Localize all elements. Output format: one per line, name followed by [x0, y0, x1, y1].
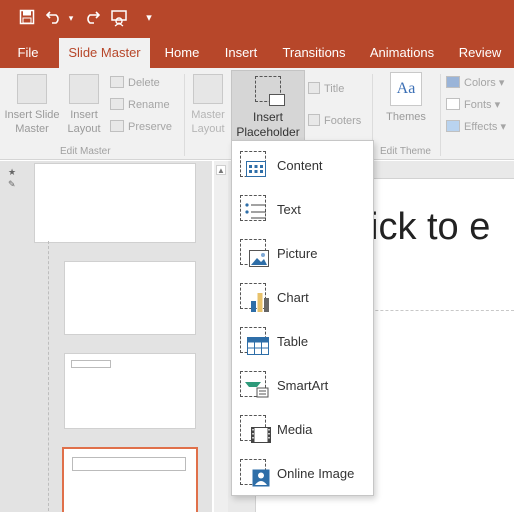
tab-slide-master[interactable]: Slide Master — [59, 38, 150, 68]
insert-layout-icon — [69, 74, 99, 104]
menu-item-smartart[interactable]: SmartArt — [232, 363, 373, 407]
tab-home[interactable]: Home — [158, 38, 206, 68]
table-placeholder-icon — [240, 327, 270, 357]
checkbox-icon — [308, 114, 320, 126]
picture-placeholder-icon — [240, 239, 270, 269]
insert-slide-master-button[interactable]: Insert Slide Master — [2, 74, 62, 136]
checkbox-checked-icon — [308, 82, 320, 94]
tab-review[interactable]: Review — [452, 38, 508, 68]
colors-button[interactable]: Colors ▾ — [446, 76, 504, 90]
preserve-button[interactable]: Preserve — [110, 120, 172, 134]
group-separator — [184, 74, 185, 156]
delete-icon — [110, 76, 124, 88]
master-layout-icon — [193, 74, 223, 104]
menu-item-table[interactable]: Table — [232, 319, 373, 363]
effects-button[interactable]: Effects ▾ — [446, 120, 506, 134]
themes-button[interactable]: Aa Themes — [380, 72, 432, 124]
edit-master-group-label: Edit Master — [60, 146, 111, 157]
redo-icon[interactable] — [82, 9, 101, 27]
star-icon: ★ — [8, 167, 17, 177]
menu-item-chart[interactable]: Chart — [232, 275, 373, 319]
tab-file[interactable]: File — [8, 38, 48, 68]
undo-dropdown-icon[interactable]: ▾ — [66, 9, 76, 27]
undo-icon[interactable] — [45, 9, 64, 27]
menu-item-picture[interactable]: Picture — [232, 231, 373, 275]
slide-thumbnail-pane[interactable]: ★ ✎ — [0, 161, 212, 512]
insert-layout-button[interactable]: Insert Layout — [62, 74, 106, 136]
scroll-up-icon[interactable]: ▲ — [216, 165, 226, 175]
rename-button[interactable]: Rename — [110, 98, 170, 112]
title-checkbox[interactable]: Title — [308, 82, 344, 96]
online-image-placeholder-icon — [240, 459, 270, 489]
customize-qat-icon[interactable]: ▾ — [140, 9, 158, 27]
thumbnail-scrollbar[interactable]: ▲ — [214, 161, 228, 512]
fonts-button[interactable]: Fonts ▾ — [446, 98, 500, 112]
themes-icon: Aa — [390, 72, 422, 106]
tab-animations[interactable]: Animations — [364, 38, 440, 68]
presenter-icon[interactable] — [110, 9, 128, 27]
group-separator — [440, 74, 441, 156]
tab-transitions[interactable]: Transitions — [278, 38, 350, 68]
save-icon[interactable] — [18, 9, 36, 27]
layout-thumbnail-selected[interactable] — [62, 447, 198, 512]
slide-title-placeholder[interactable]: ick to e — [370, 206, 490, 249]
menu-item-content[interactable]: Content — [232, 143, 373, 187]
layout-thumbnail[interactable] — [64, 353, 196, 429]
edit-theme-group-label: Edit Theme — [380, 146, 431, 157]
fonts-icon — [446, 98, 460, 110]
layout-thumbnail[interactable] — [64, 261, 196, 335]
delete-button[interactable]: Delete — [110, 76, 160, 90]
ribbon-tabs: File Slide Master Home Insert Transition… — [0, 38, 514, 68]
text-placeholder-icon — [240, 195, 270, 225]
colors-icon — [446, 76, 460, 88]
master-slide-thumbnail[interactable] — [34, 163, 196, 243]
menu-item-text[interactable]: Text — [232, 187, 373, 231]
footers-checkbox[interactable]: Footers — [308, 114, 361, 128]
insert-placeholder-icon — [255, 76, 285, 106]
layout-connector-line — [48, 241, 49, 511]
quick-access-toolbar: ▾ ▾ — [0, 0, 514, 38]
master-layout-button[interactable]: Master Layout — [186, 74, 230, 136]
smartart-placeholder-icon — [240, 371, 270, 401]
effects-icon — [446, 120, 460, 132]
pin-icon: ✎ — [8, 179, 16, 189]
media-placeholder-icon — [240, 415, 271, 445]
rename-icon — [110, 98, 124, 110]
preserve-icon — [110, 120, 124, 132]
insert-placeholder-button[interactable]: Insert Placeholder — [231, 70, 305, 142]
tab-insert[interactable]: Insert — [218, 38, 264, 68]
insert-placeholder-menu: Content Text Picture Chart Table SmartAr… — [231, 140, 374, 496]
menu-item-online-image[interactable]: Online Image — [232, 451, 373, 495]
content-placeholder-icon — [240, 151, 270, 181]
menu-item-media[interactable]: Media — [232, 407, 373, 451]
insert-slide-master-icon — [17, 74, 47, 104]
chart-placeholder-icon — [240, 283, 270, 313]
